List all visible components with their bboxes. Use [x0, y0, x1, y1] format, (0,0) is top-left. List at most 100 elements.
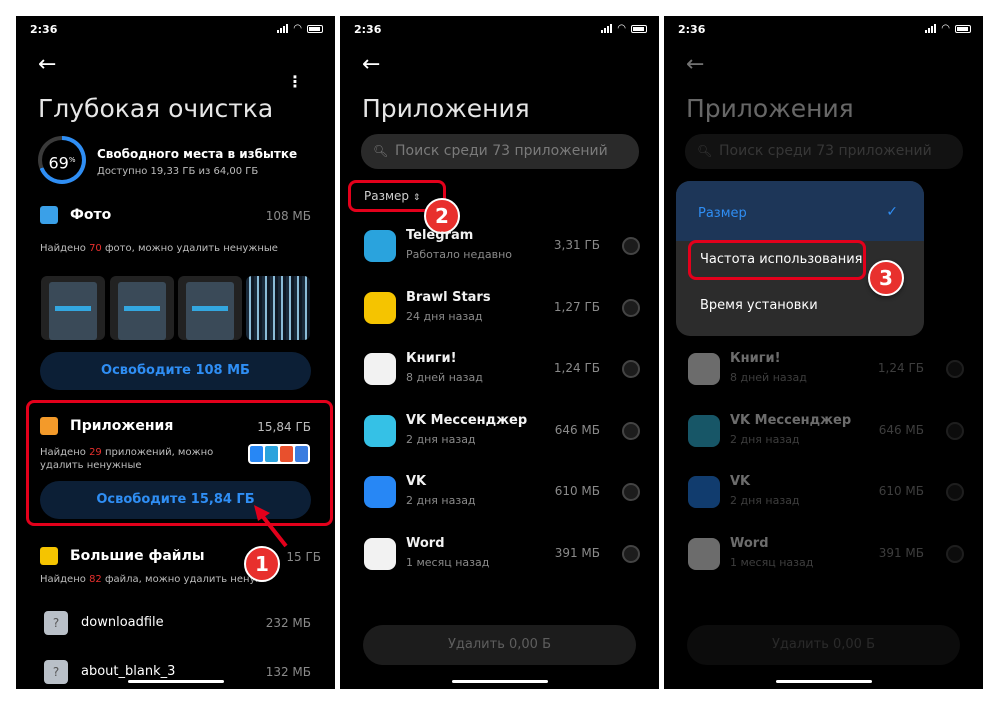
app-last-used: Работало недавно	[406, 248, 513, 261]
checkmark-icon: ✓	[886, 204, 898, 220]
photos-found-count: 70	[89, 243, 102, 254]
app-name: VK Мессенджер	[406, 412, 528, 428]
home-indicator	[451, 680, 548, 683]
home-indicator	[775, 680, 872, 683]
file-name[interactable]: about_blank_3	[81, 664, 175, 679]
signal-icon	[925, 24, 937, 33]
select-radio[interactable]	[622, 360, 640, 379]
app-size: 391 МБ	[878, 545, 924, 560]
back-arrow-icon[interactable]: ←	[362, 54, 380, 76]
search-input: 🔍︎ Поиск среди 73 приложений	[685, 134, 963, 169]
app-name: Telegram	[406, 228, 474, 243]
books-icon	[364, 353, 396, 386]
photos-found-suffix: фото, можно удалить ненужные	[101, 243, 278, 254]
photos-label: Фото	[70, 207, 112, 223]
wifi-icon: ◠	[941, 23, 950, 34]
status-time: 2:36	[354, 23, 382, 36]
select-radio[interactable]	[946, 544, 964, 563]
app-size: 391 МБ	[554, 546, 600, 560]
file-size: 132 МБ	[265, 665, 311, 679]
app-row[interactable]: Word 1 месяц назад 391 МБ	[688, 536, 968, 576]
status-icons: ◠	[925, 23, 971, 34]
app-size: 1,27 ГБ	[553, 299, 600, 314]
app-last-used: 2 дня назад	[730, 432, 800, 446]
large-files-found-count: 82	[89, 574, 102, 585]
vk-icon	[364, 476, 396, 509]
select-radio[interactable]	[622, 298, 640, 317]
search-icon: 🔍︎	[373, 144, 389, 158]
app-last-used: 8 дней назад	[406, 371, 483, 385]
signal-icon	[277, 24, 289, 33]
app-row[interactable]: VK 2 дня назад 610 МБ	[364, 474, 644, 514]
select-radio[interactable]	[622, 545, 640, 563]
storage-gauge: 69%	[38, 136, 86, 184]
select-radio[interactable]	[946, 421, 964, 440]
search-placeholder: Поиск среди 73 приложений	[395, 143, 608, 159]
menu-item-install-time[interactable]: Время установки	[700, 298, 818, 313]
app-last-used: 1 месяц назад	[730, 555, 814, 569]
brawl-stars-icon	[364, 291, 396, 324]
app-row[interactable]: Книги! 8 дней назад 1,24 ГБ	[688, 351, 968, 391]
select-radio[interactable]	[622, 483, 640, 502]
phone-screen-apps: 2:36 ◠ ← Приложения 🔍︎ Поиск среди 73 при…	[340, 16, 659, 689]
gauge-value: 69	[48, 153, 69, 173]
step-badge-1: 1	[244, 546, 280, 582]
delete-button: Удалить 0,00 Б	[687, 625, 960, 665]
large-files-found-text: Найдено 82 файла, можно удалить ненуж	[40, 574, 264, 585]
search-input[interactable]: 🔍︎ Поиск среди 73 приложений	[361, 134, 639, 169]
app-row[interactable]: VK 2 дня назад 610 МБ	[688, 474, 968, 514]
app-size: 1,24 ГБ	[877, 361, 924, 375]
app-row[interactable]: VK Мессенджер 2 дня назад 646 МБ	[688, 413, 968, 453]
file-name[interactable]: downloadfile	[81, 615, 164, 630]
app-row[interactable]: Word 1 месяц назад 391 МБ	[364, 536, 644, 576]
app-name: Книги!	[406, 351, 457, 367]
phone-screen-sort-menu: 2:36 ◠ ← Приложения 🔍︎ Поиск среди 73 при…	[664, 16, 983, 689]
free-photos-button[interactable]: Освободите 108 МБ	[40, 352, 311, 390]
more-options-icon[interactable]: ⋮	[287, 74, 303, 90]
status-icons: ◠	[277, 23, 323, 34]
folder-icon	[40, 547, 58, 565]
app-name: VK Мессенджер	[730, 412, 852, 428]
vk-messenger-icon	[688, 414, 720, 447]
photos-found-prefix: Найдено	[40, 243, 90, 254]
delete-button[interactable]: Удалить 0,00 Б	[363, 625, 636, 665]
app-row[interactable]: Brawl Stars 24 дня назад 1,27 ГБ	[364, 290, 644, 330]
page-title: Приложения	[686, 94, 854, 123]
select-radio[interactable]	[622, 421, 640, 440]
photo-thumbnail[interactable]	[41, 276, 105, 340]
status-time: 2:36	[30, 23, 58, 36]
photo-thumbnail[interactable]	[246, 276, 310, 340]
excess-space-title: Свободного места в избытке	[97, 147, 298, 161]
file-size: 232 МБ	[265, 616, 311, 630]
app-name: Word	[730, 535, 769, 551]
app-row[interactable]: Книги! 8 дней назад 1,24 ГБ	[364, 351, 644, 391]
vk-messenger-icon	[364, 414, 396, 447]
app-row[interactable]: VK Мессенджер 2 дня назад 646 МБ	[364, 413, 644, 453]
status-time: 2:36	[678, 23, 706, 36]
photos-found-text: Найдено 70 фото, можно удалить ненужные	[40, 243, 278, 254]
app-size: 3,31 ГБ	[553, 238, 600, 252]
question-icon: ?	[44, 660, 68, 684]
battery-icon	[955, 24, 971, 33]
photo-thumbnail[interactable]	[110, 276, 174, 340]
step-badge-3: 3	[868, 260, 904, 296]
page-title: Глубокая очистка	[38, 94, 274, 123]
app-size: 610 МБ	[554, 484, 600, 499]
app-last-used: 1 месяц назад	[406, 556, 490, 569]
back-arrow-icon: ←	[686, 52, 705, 77]
app-last-used: 24 дня назад	[406, 309, 483, 323]
select-radio[interactable]	[946, 360, 964, 378]
select-radio[interactable]	[946, 483, 964, 502]
app-name: Brawl Stars	[406, 289, 491, 305]
word-icon	[688, 537, 720, 570]
select-radio[interactable]	[622, 237, 640, 255]
app-row[interactable]: Telegram Работало недавно 3,31 ГБ	[364, 228, 644, 268]
app-size: 646 МБ	[878, 422, 924, 437]
photo-thumbnail[interactable]	[178, 276, 242, 340]
question-icon: ?	[44, 611, 68, 635]
photo-icon	[40, 206, 58, 224]
app-last-used: 2 дня назад	[406, 494, 476, 508]
app-size: 646 МБ	[554, 422, 600, 437]
back-arrow-icon[interactable]: ←	[38, 54, 56, 76]
menu-item-size[interactable]: Размер	[698, 206, 747, 221]
